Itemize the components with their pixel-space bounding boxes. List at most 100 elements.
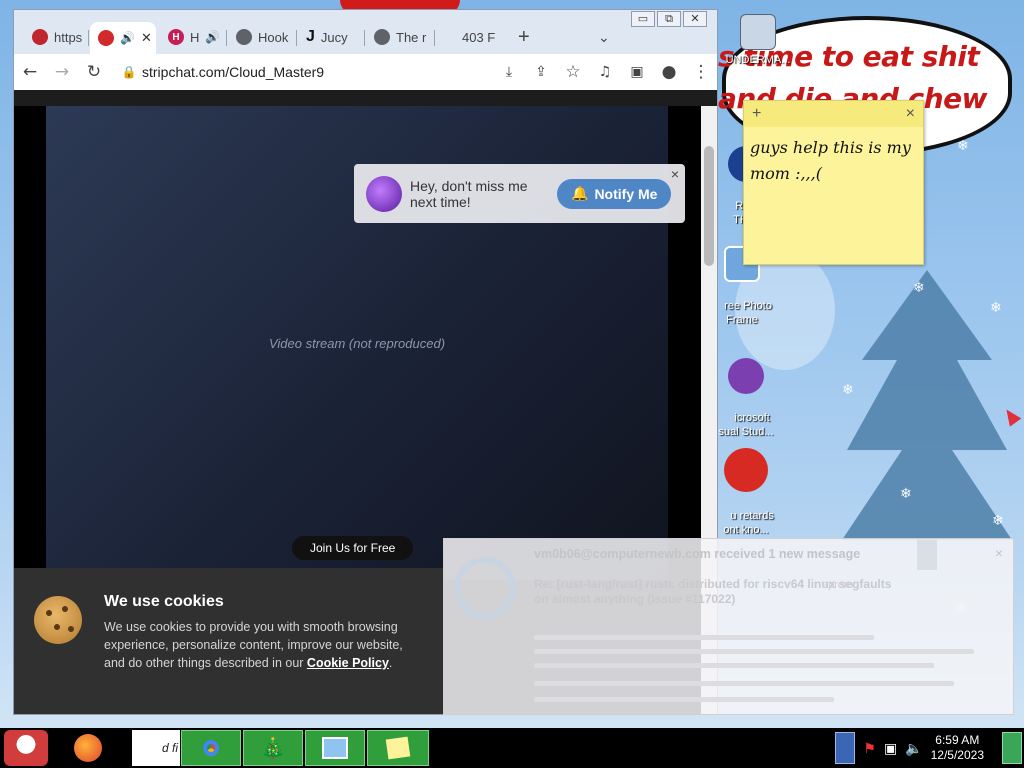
tab-3[interactable]: Hook [228,24,294,50]
taskbar-file-explorer[interactable]: d fi [132,730,180,766]
profile-icon[interactable]: ● [653,62,685,82]
new-tab-button[interactable]: + [510,24,538,50]
forward-icon[interactable]: → [46,62,78,82]
toast-body-line [534,697,834,702]
tab-4[interactable]: J Jucy [298,24,362,50]
tab-5[interactable]: The r [366,24,432,50]
close-icon[interactable]: × [671,166,679,182]
photo-frame-icon [322,737,348,759]
taskbar-tree-app[interactable]: 🎄 [243,730,303,766]
christmas-tree-icon: 🎄 [260,737,286,760]
notify-popup: Hey, don't miss me next time! 🔔 Notify M… [354,164,685,223]
cookie-icon [34,596,82,644]
notify-me-label: Notify Me [594,185,658,202]
tab-strip: https 🔊 ✕ H H 🔊 Hook J Jucy The r 403 F … [14,10,717,54]
snowflake: ❄ [900,486,912,502]
tab-close-icon[interactable]: ✕ [141,30,152,46]
minimize-button[interactable]: ▭ [631,11,655,27]
wallpaper-tree [842,270,1012,570]
install-icon[interactable]: ⤓ [493,64,525,80]
taskbar-firefox[interactable] [68,730,108,766]
tab-divider [434,30,435,46]
site-header [14,90,717,106]
sticky-note[interactable]: + × guys help this is my mom :,,,( [743,100,924,265]
clock[interactable]: 6:59 AM 12/5/2023 [931,733,984,763]
lips-icon [32,29,48,45]
tab-2[interactable]: H H 🔊 [160,24,224,50]
video-placeholder-label: Video stream (not reproduced) [268,335,446,351]
reload-icon[interactable]: ↻ [78,62,110,82]
tab-0[interactable]: https [24,24,84,50]
taskbar-folder-label: d fi [161,741,178,755]
globe-icon [374,29,390,45]
join-free-button[interactable]: Join Us for Free [292,536,414,560]
close-icon[interactable]: × [995,545,1003,561]
window-icon [740,14,776,50]
j-logo-icon: J [306,28,315,45]
toast-body-line [534,681,954,686]
tab-title: Hook [258,29,289,45]
tab-6[interactable]: 403 F [454,24,510,50]
tab-divider [364,30,365,46]
taskbar-sticky-notes[interactable] [367,730,429,766]
visual-studio-icon [728,358,764,394]
snowflake: ❄ [992,513,1004,529]
tab-1-active[interactable]: 🔊 ✕ [90,22,156,54]
start-button-santa-icon[interactable] [4,730,48,766]
toast-body-line [534,663,934,668]
browser-toolbar: ← → ↻ 🔒 stripchat.com/Cloud_Master9 ⤓ ⇪ … [14,54,717,90]
mail-notification-toast[interactable]: vm0b06@computernewb.com received 1 new m… [443,538,1014,715]
tab-divider [296,30,297,46]
avatar [366,175,402,212]
bookmark-star-icon[interactable]: ☆ [557,62,589,82]
taskbar: d fi 🎄 ⚑ ▣ 🔈 6:59 AM 12/5/2023 [0,728,1024,768]
back-icon[interactable]: ← [14,62,46,82]
show-desktop-button[interactable] [1002,732,1022,764]
url-text[interactable]: stripchat.com/Cloud_Master9 [142,64,324,80]
sticky-close-button[interactable]: × [906,105,915,123]
menu-dots-icon[interactable]: ⋮ [685,62,717,82]
address-bar[interactable]: 🔒 stripchat.com/Cloud_Master9 [116,58,487,86]
system-tray: ⚑ ▣ 🔈 6:59 AM 12/5/2023 [835,728,1024,768]
speaker-icon[interactable]: 🔊 [120,31,135,45]
tab-title: 403 F [462,29,496,45]
toast-sender: apromo [822,579,860,591]
notify-message: Hey, don't miss me next time! [410,177,528,210]
maximize-button[interactable]: ⧉ [657,11,681,27]
plus-icon: + [518,25,530,48]
share-icon[interactable]: ⇪ [525,64,557,80]
media-controls-icon[interactable]: ♫ [589,64,621,80]
clock-date: 12/5/2023 [930,748,984,762]
notify-me-button[interactable]: 🔔 Notify Me [557,178,672,209]
snowflake: ❄ [842,382,854,398]
desktop-icon-underma[interactable]: UNDERMA... [716,14,800,67]
sticky-notes-icon [385,736,411,760]
volume-icon[interactable]: 🔈 [905,740,922,757]
site-favicon-icon [98,30,114,46]
tab-search-button[interactable]: ⌄ [590,24,618,50]
sticky-note-titlebar[interactable]: + × [744,101,923,127]
tab-title: Jucy [320,29,348,45]
tab-title: The r [396,29,427,45]
hubs-icon: H [168,29,184,45]
side-panel-icon[interactable]: ▣ [621,64,653,80]
desktop-icon-label: u retards ont kno... [723,510,774,536]
language-icon[interactable] [835,732,856,764]
toast-body-line [534,635,874,640]
chrome-icon [197,734,225,762]
snowflake: ❄ [913,280,925,296]
cookie-suffix: . [388,656,393,670]
taskbar-photo-frame[interactable] [305,730,365,766]
scrollbar-thumb[interactable] [704,146,714,266]
network-icon[interactable]: ▣ [884,740,897,757]
lock-icon[interactable]: 🔒 [116,65,142,79]
network-error-icon[interactable]: ⚑ [863,740,876,757]
speaker-icon[interactable]: 🔊 [205,30,220,44]
taskbar-chrome[interactable] [181,730,241,766]
toast-body-line [534,649,974,654]
close-window-button[interactable]: ✕ [683,11,707,27]
cookie-policy-link[interactable]: Cookie Policy [307,656,389,670]
sticky-add-button[interactable]: + [752,105,761,123]
tab-divider [226,30,227,46]
sticky-note-text[interactable]: guys help this is my mom :,,,( [744,127,923,195]
